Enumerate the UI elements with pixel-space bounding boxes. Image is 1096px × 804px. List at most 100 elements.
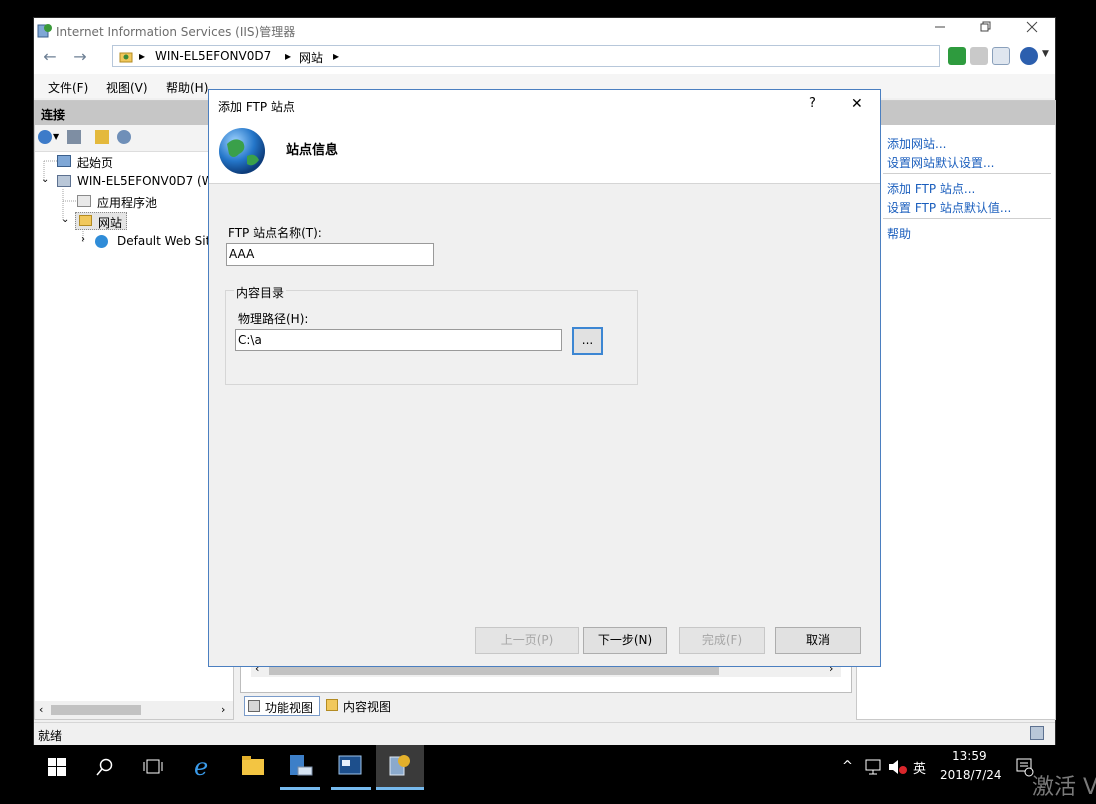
status-text: 就绪 <box>38 729 63 743</box>
status-bar: 就绪 <box>34 722 1055 745</box>
help-icon[interactable] <box>1020 47 1038 65</box>
globe-icon <box>95 235 108 248</box>
svg-text:e: e <box>194 753 208 781</box>
back-button[interactable]: ← <box>38 46 62 68</box>
breadcrumb-sites[interactable]: 网站 <box>299 49 323 66</box>
network-status-icon <box>1030 726 1044 740</box>
iis-manager-icon <box>389 755 410 776</box>
window-title: Internet Information Services (IIS)管理器 <box>56 25 296 39</box>
scroll-right-icon[interactable]: › <box>221 703 225 716</box>
tab-features-view[interactable]: 功能视图 <box>244 696 320 716</box>
connect-icon[interactable] <box>38 130 52 144</box>
content-directory-title: 内容目录 <box>234 284 287 301</box>
up-folder-icon[interactable] <box>95 130 109 144</box>
task-view-icon[interactable] <box>143 758 163 803</box>
physical-path-label: 物理路径(H): <box>238 312 309 326</box>
tab-label: 功能视图 <box>265 701 314 715</box>
next-button[interactable]: 下一步(N) <box>583 627 667 654</box>
show-hidden-icons-icon[interactable]: ^ <box>842 759 853 774</box>
actions-divider <box>883 218 1051 219</box>
expand-default-site-icon[interactable]: › <box>81 234 85 245</box>
minimize-button[interactable] <box>918 20 962 40</box>
forward-arrow-icon: → <box>73 47 87 66</box>
tree-item-label: WIN-EL5EFONV0D7 (W <box>77 174 214 188</box>
dialog-help-button[interactable]: ? <box>809 96 816 111</box>
site-name-label: FTP 站点名称(T): <box>228 226 322 240</box>
collapse-sites-icon[interactable]: ⌄ <box>61 214 69 225</box>
breadcrumb-server[interactable]: WIN-EL5EFONV0D7 <box>155 49 271 63</box>
search-icon[interactable] <box>96 758 114 803</box>
dialog-close-button[interactable]: ✕ <box>851 96 863 112</box>
close-icon <box>1026 21 1038 33</box>
volume-muted-icon[interactable] <box>888 759 908 804</box>
connections-title: 连接 <box>41 108 66 122</box>
address-bar[interactable]: ▸ WIN-EL5EFONV0D7 ▸ 网站 ▸ <box>112 45 940 67</box>
server-manager-icon[interactable] <box>288 753 314 798</box>
action-website-defaults[interactable]: 设置网站默认设置... <box>887 154 994 171</box>
stop-icon[interactable] <box>970 47 988 65</box>
collapse-server-icon[interactable]: ⌄ <box>41 174 49 185</box>
action-ftp-defaults[interactable]: 设置 FTP 站点默认值... <box>887 199 1011 216</box>
connections-toolbar: ▼ <box>35 125 233 152</box>
menu-file[interactable]: 文件(F) <box>48 79 88 96</box>
menu-help[interactable]: 帮助(H) <box>166 79 208 96</box>
banner-title: 站点信息 <box>286 143 339 158</box>
app-pool-icon <box>77 195 91 207</box>
site-name-input[interactable]: AAA <box>226 243 434 266</box>
file-explorer-icon[interactable] <box>242 756 264 801</box>
finish-button[interactable]: 完成(F) <box>679 627 765 654</box>
internet-explorer-icon[interactable]: e <box>192 753 216 798</box>
help-dropdown-icon[interactable]: ▼ <box>1042 49 1049 59</box>
address-separator: ▸ <box>333 49 340 63</box>
browse-button[interactable]: ... <box>572 327 603 355</box>
active-indicator <box>376 787 424 790</box>
dialog-title-bar: 添加 FTP 站点 ? ✕ <box>209 90 880 120</box>
action-add-website[interactable]: 添加网站... <box>887 135 946 152</box>
clock-time[interactable]: 13:59 <box>952 749 987 763</box>
tree-item-label: Default Web Site <box>117 234 218 248</box>
scroll-thumb[interactable] <box>51 705 141 715</box>
action-add-ftp-site[interactable]: 添加 FTP 站点... <box>887 180 975 197</box>
connections-horizontal-scrollbar[interactable]: ‹ › <box>35 701 233 719</box>
address-folder-icon <box>119 52 133 63</box>
close-window-button[interactable] <box>1010 20 1054 40</box>
network-icon[interactable] <box>865 759 883 804</box>
menu-view[interactable]: 视图(V) <box>106 79 148 96</box>
actions-divider <box>883 173 1051 174</box>
connect-dropdown-icon[interactable]: ▼ <box>53 132 59 141</box>
previous-button[interactable]: 上一页(P) <box>475 627 579 654</box>
start-page-icon <box>57 155 71 167</box>
server-icon <box>57 175 71 187</box>
activation-watermark: 激活 V <box>1032 775 1096 800</box>
actions-header: 作 <box>857 101 1055 125</box>
powershell-icon[interactable] <box>338 755 362 800</box>
address-separator: ▸ <box>139 49 146 63</box>
input-method-indicator[interactable]: 英 <box>913 758 926 777</box>
add-ftp-site-dialog: 添加 FTP 站点 ? ✕ 站点信息 FTP 站点名称(T): AAA 内容目录… <box>208 89 881 667</box>
tab-content-view[interactable]: 内容视图 <box>324 696 404 716</box>
tree-item-sites[interactable]: 网站 <box>75 212 127 230</box>
iis-manager-taskbar-button[interactable] <box>376 745 424 790</box>
cancel-button[interactable]: 取消 <box>775 627 861 654</box>
restore-icon <box>980 21 991 32</box>
taskbar: e ^ 英 13:59 2018/7/24 激活 V <box>0 745 1096 800</box>
dialog-banner: 站点信息 <box>209 120 880 184</box>
back-arrow-icon: ← <box>43 47 57 66</box>
globe-icon <box>219 128 265 174</box>
scroll-left-icon[interactable]: ‹ <box>39 703 43 716</box>
action-help[interactable]: 帮助 <box>887 225 911 242</box>
navigation-bar: ← → ▸ WIN-EL5EFONV0D7 ▸ 网站 ▸ ▼ <box>34 42 1055 75</box>
dialog-title: 添加 FTP 站点 <box>218 100 295 114</box>
physical-path-input[interactable]: C:\a <box>235 329 562 351</box>
restore-button[interactable] <box>964 20 1008 40</box>
server-manager-active-indicator <box>280 787 320 790</box>
forward-button[interactable]: → <box>68 46 92 68</box>
tree-item-label: 网站 <box>98 216 123 230</box>
actions-panel: 作 添加网站... 设置网站默认设置... 添加 FTP 站点... 设置 FT… <box>856 100 1056 720</box>
windows-start-icon[interactable] <box>48 758 66 803</box>
disconnect-icon[interactable] <box>117 130 131 144</box>
clock-date[interactable]: 2018/7/24 <box>940 768 1002 782</box>
home-icon[interactable] <box>992 47 1010 65</box>
refresh-icon[interactable] <box>948 47 966 65</box>
save-icon[interactable] <box>67 130 81 144</box>
